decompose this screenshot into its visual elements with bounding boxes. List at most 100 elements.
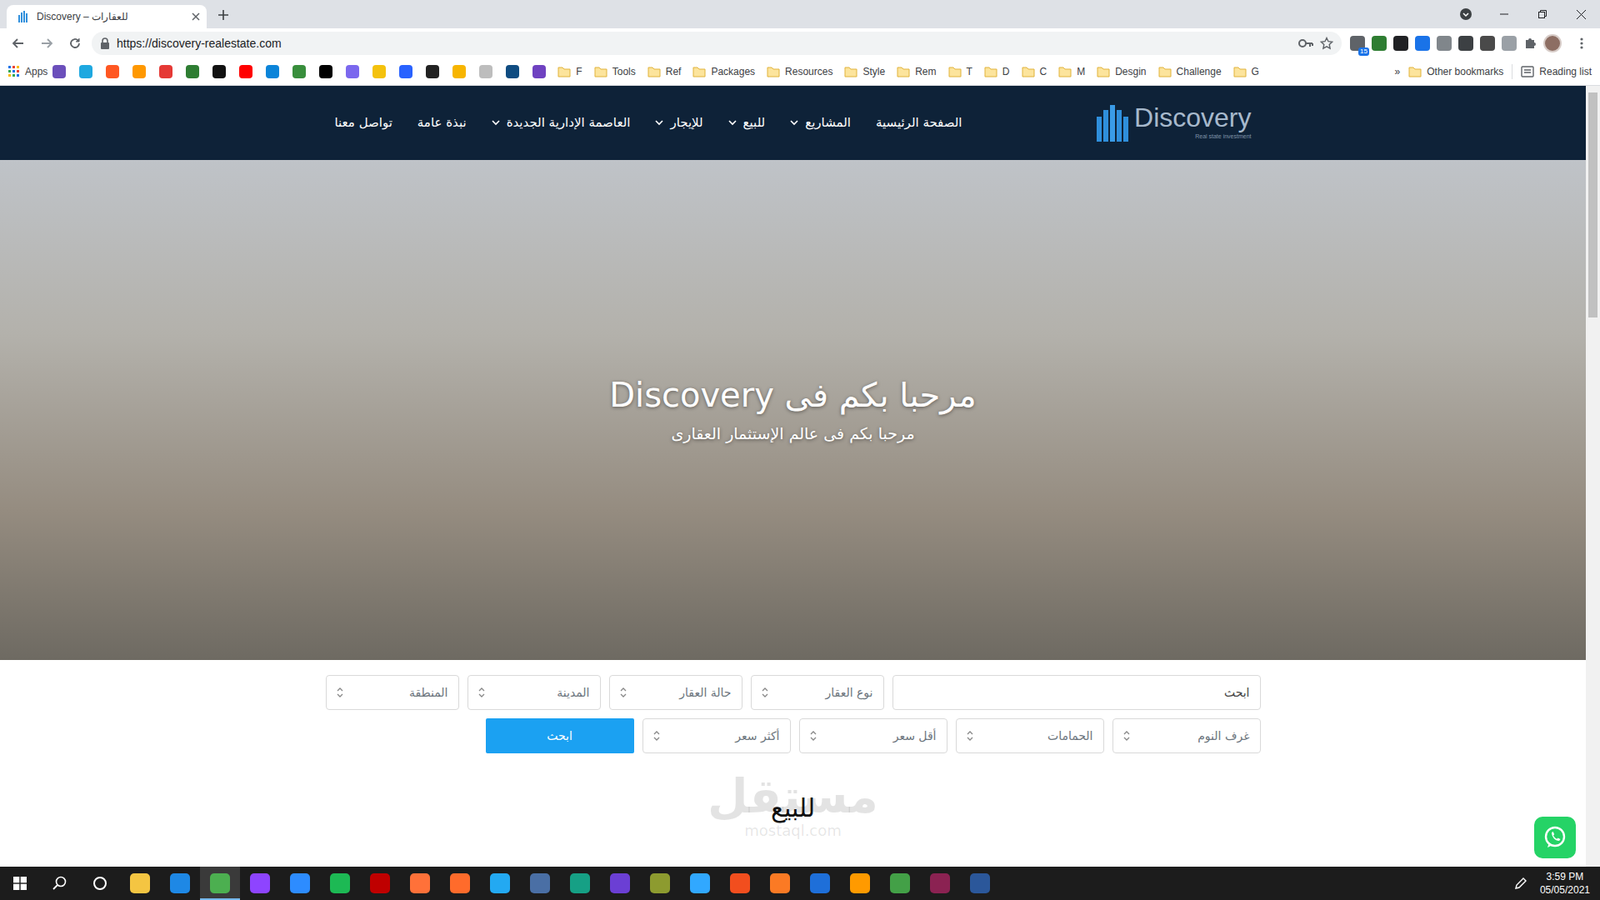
bookmark-favicon-icon[interactable] xyxy=(399,65,413,79)
reload-icon[interactable] xyxy=(63,31,87,55)
folder-label[interactable]: T xyxy=(966,64,973,80)
taskbar-app[interactable] xyxy=(280,866,320,900)
select-arrows-icon[interactable] xyxy=(478,687,485,698)
taskbar-app[interactable] xyxy=(240,866,280,900)
bookmark-folder[interactable]: Packages xyxy=(692,64,755,80)
address-bar[interactable]: https://discovery-realestate.com xyxy=(91,31,1342,55)
folder-label[interactable]: Challenge xyxy=(1176,64,1222,80)
forward-icon[interactable] xyxy=(35,31,59,55)
taskbar-app[interactable] xyxy=(560,866,600,900)
bookmark-folder[interactable]: C xyxy=(1021,64,1048,80)
bookmark-favicon-icon[interactable] xyxy=(505,65,520,79)
taskbar-app[interactable] xyxy=(680,866,720,900)
nav-link[interactable]: للإيجار xyxy=(655,108,703,138)
chevron-down-icon[interactable] xyxy=(790,120,799,126)
folder-label[interactable]: Style xyxy=(862,64,885,80)
bookmarks-overflow[interactable]: » xyxy=(1395,64,1401,80)
close-window-icon[interactable] xyxy=(1561,0,1600,29)
taskbar-app[interactable] xyxy=(880,866,920,900)
bookmark-folder[interactable]: Ref xyxy=(647,64,682,80)
nav-label[interactable]: العاصمة الإدارية الجديدة xyxy=(506,113,631,133)
taskbar-app[interactable] xyxy=(440,866,480,900)
apps-label[interactable]: Apps xyxy=(25,64,48,80)
select-arrows-icon[interactable] xyxy=(761,687,769,698)
pen-icon[interactable] xyxy=(1513,875,1529,891)
bookmark-folder[interactable]: Tools xyxy=(594,64,636,80)
bookmark-favicon-icon[interactable] xyxy=(79,65,93,79)
folder-label[interactable]: Ref xyxy=(665,64,682,80)
nav-label[interactable]: تواصل معنا xyxy=(335,113,393,133)
nav-link[interactable]: المشاريع xyxy=(790,108,851,138)
filter-select[interactable]: أكثر سعر xyxy=(642,718,791,754)
taskbar-app[interactable] xyxy=(200,866,240,900)
taskbar-app[interactable] xyxy=(960,866,1000,900)
folder-label[interactable]: Rem xyxy=(915,64,936,80)
extension-icon[interactable]: 15 xyxy=(1350,35,1365,51)
folder-label[interactable]: Desgin xyxy=(1115,64,1146,80)
bookmark-favicon-icon[interactable] xyxy=(265,65,280,79)
folder-label[interactable]: Resources xyxy=(785,64,833,80)
profile-avatar-icon[interactable] xyxy=(1543,34,1562,53)
new-tab-icon[interactable] xyxy=(211,3,235,27)
taskbar-app[interactable] xyxy=(320,866,360,900)
extension-icon[interactable] xyxy=(1415,35,1430,51)
nav-link[interactable]: الصفحة الرئيسية xyxy=(875,108,963,138)
nav-link[interactable]: نبذة عامة xyxy=(417,108,467,138)
tab-search-icon[interactable] xyxy=(1446,0,1485,29)
select-label[interactable]: أقل سعر xyxy=(893,727,937,745)
select-label[interactable]: نوع العقار xyxy=(825,684,874,702)
nav-label[interactable]: نبذة عامة xyxy=(417,113,467,133)
nav-label[interactable]: للإيجار xyxy=(670,113,703,133)
url-text[interactable]: https://discovery-realestate.com xyxy=(116,35,1292,53)
bookmark-folder[interactable]: Rem xyxy=(896,64,936,80)
extension-icon[interactable] xyxy=(1458,35,1474,51)
bookmark-favicon-icon[interactable] xyxy=(425,65,440,79)
folder-label[interactable]: D xyxy=(1002,64,1010,80)
bookmark-favicon-icon[interactable] xyxy=(159,65,173,79)
filter-select[interactable]: غرف النوم xyxy=(1112,718,1261,754)
select-arrows-icon[interactable] xyxy=(620,687,627,698)
reading-list-label[interactable]: Reading list xyxy=(1539,64,1592,80)
bookmark-folder[interactable]: T xyxy=(948,64,973,80)
taskbar-app[interactable] xyxy=(920,866,960,900)
bookmark-favicon-icon[interactable] xyxy=(345,65,360,79)
taskbar-app[interactable] xyxy=(800,866,840,900)
taskbar-app[interactable] xyxy=(120,866,160,900)
folder-label[interactable]: G xyxy=(1251,64,1260,80)
taskbar-app[interactable] xyxy=(760,866,800,900)
scrollbar-thumb[interactable] xyxy=(1588,92,1598,318)
whatsapp-icon[interactable] xyxy=(1534,816,1576,859)
reading-list[interactable]: Reading list xyxy=(1520,64,1592,80)
bookmark-favicon-icon[interactable] xyxy=(105,65,120,79)
extension-icon[interactable] xyxy=(1436,35,1452,51)
select-label[interactable]: المنطقة xyxy=(409,684,449,702)
cortana-button[interactable] xyxy=(80,866,120,900)
taskbar-app[interactable] xyxy=(520,866,560,900)
bookmark-favicon-icon[interactable] xyxy=(479,65,493,79)
taskbar-app[interactable] xyxy=(160,866,200,900)
bookmark-favicon-icon[interactable] xyxy=(132,65,146,79)
nav-link[interactable]: العاصمة الإدارية الجديدة xyxy=(491,108,631,138)
bookmark-favicon-icon[interactable] xyxy=(372,65,386,79)
chevron-down-icon[interactable] xyxy=(728,120,737,126)
select-label[interactable]: حالة العقار xyxy=(679,684,731,702)
filter-select[interactable]: نوع العقار xyxy=(750,675,885,710)
taskbar-app[interactable] xyxy=(400,866,440,900)
tab-title[interactable]: Discovery – للعقارات xyxy=(36,9,185,25)
taskbar-app[interactable] xyxy=(360,866,400,900)
folder-label[interactable]: Tools xyxy=(612,64,636,80)
nav-link[interactable]: للبيع xyxy=(728,108,766,138)
other-bookmarks[interactable]: Other bookmarks xyxy=(1408,64,1504,80)
other-bookmarks-label[interactable]: Other bookmarks xyxy=(1426,64,1504,80)
search-button[interactable] xyxy=(40,866,80,900)
folder-label[interactable]: Packages xyxy=(710,64,755,80)
bookmark-folder[interactable]: D xyxy=(984,64,1010,80)
bookmark-favicon-icon[interactable] xyxy=(52,65,66,79)
bookmark-folder[interactable]: Desgin xyxy=(1096,64,1146,80)
logo-name[interactable]: Discovery xyxy=(1134,104,1251,131)
taskbar-app[interactable] xyxy=(640,866,680,900)
taskbar-app[interactable] xyxy=(720,866,760,900)
lock-icon[interactable] xyxy=(100,37,110,50)
apps-bookmark[interactable]: Apps xyxy=(8,64,48,80)
filter-select[interactable]: المنطقة xyxy=(325,675,460,710)
